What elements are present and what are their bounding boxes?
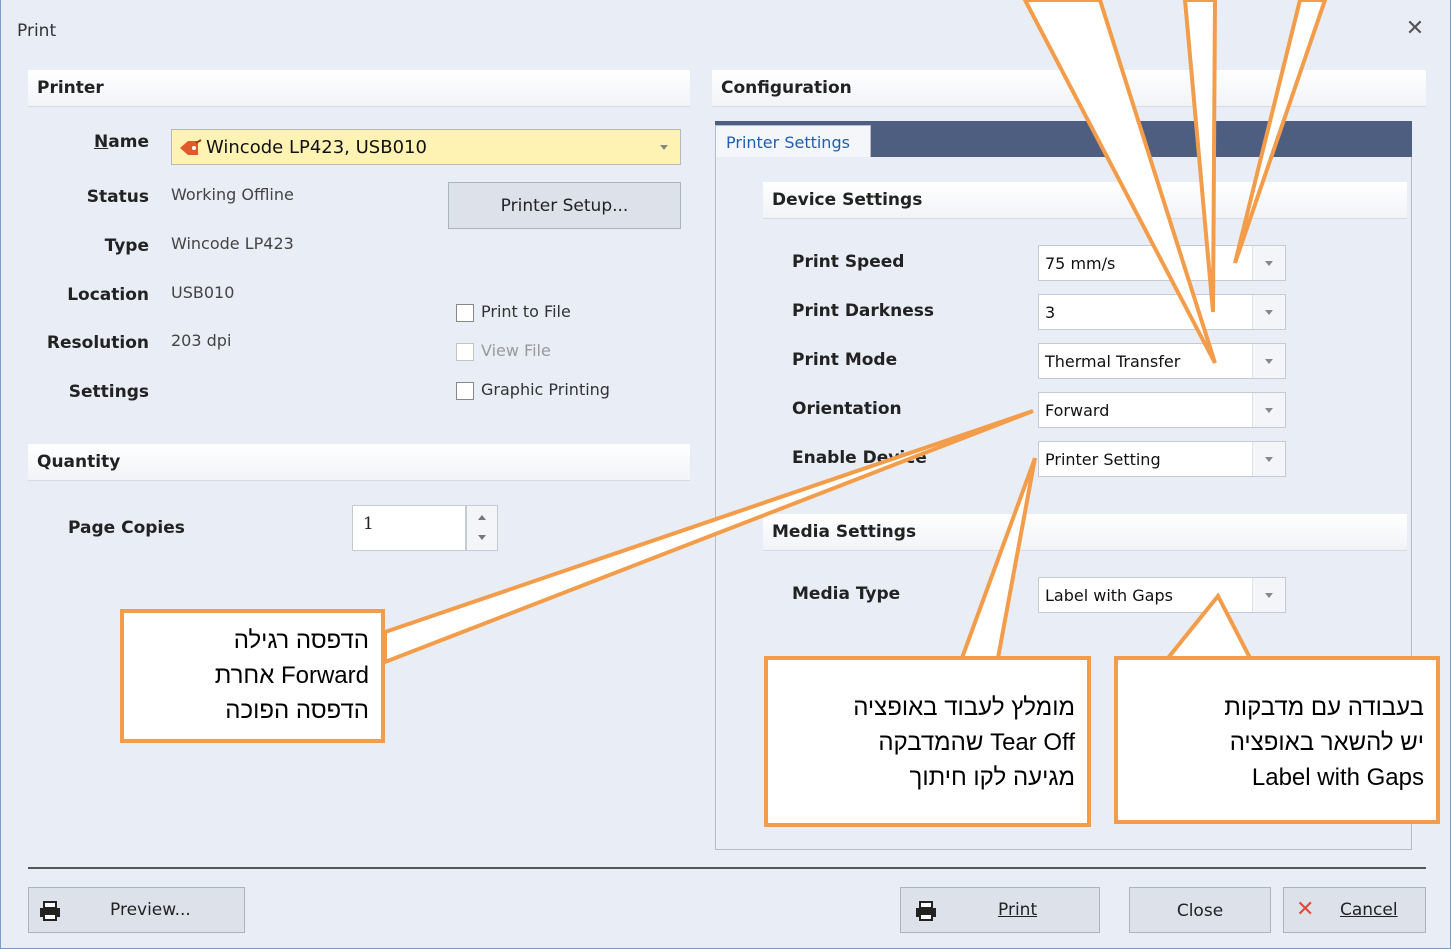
footer-separator: [28, 867, 1426, 869]
callout-label-gaps-line: Label with Gaps: [1251, 764, 1424, 791]
pointer-print-mode: [1022, 0, 1217, 364]
callout-label-gaps: בעבודה עם מדבקות יש להשאר באופציה Label …: [1114, 656, 1440, 824]
callout-tear-off-line: Tear Off שהמדבקה: [878, 729, 1075, 756]
callout-label-gaps-line: בעבודה עם מדבקות: [1224, 694, 1424, 721]
pointer-print-darkness: [1182, 0, 1218, 313]
pointer-enable-device: [959, 457, 1037, 660]
callout-orientation: הדפסה רגילה Forward אחרת הדפסה הפוכה: [120, 609, 385, 743]
preview-button[interactable]: Preview...: [28, 887, 245, 933]
cancel-x-icon: ✕: [1296, 897, 1315, 922]
close-button[interactable]: Close: [1129, 887, 1271, 933]
pointer-orientation: [383, 409, 1034, 665]
callout-label-gaps-line: יש להשאר באופציה: [1229, 729, 1424, 756]
callout-tear-off: מומלץ לעבוד באופציה Tear Off שהמדבקה מגי…: [764, 656, 1091, 827]
callout-orientation-line: Forward אחרת: [214, 662, 369, 689]
cancel-button[interactable]: ✕ Cancel: [1283, 887, 1426, 933]
callout-orientation-line: הדפסה הפוכה: [225, 697, 369, 724]
print-button[interactable]: Print: [900, 887, 1100, 933]
callout-tear-off-line: מומלץ לעבוד באופציה: [853, 694, 1075, 721]
pointer-media-type: [1163, 592, 1254, 660]
cancel-label: Cancel: [1340, 900, 1398, 920]
callout-tear-off-line: מגיעה לקו חיתוך: [909, 764, 1075, 791]
print-label: Print: [998, 900, 1038, 920]
printer-icon: [916, 901, 936, 921]
preview-label: Preview...: [110, 900, 191, 920]
printer-icon: [40, 901, 60, 921]
callout-orientation-line: הדפסה רגילה: [233, 627, 369, 654]
pointer-print-speed: [1233, 0, 1328, 264]
